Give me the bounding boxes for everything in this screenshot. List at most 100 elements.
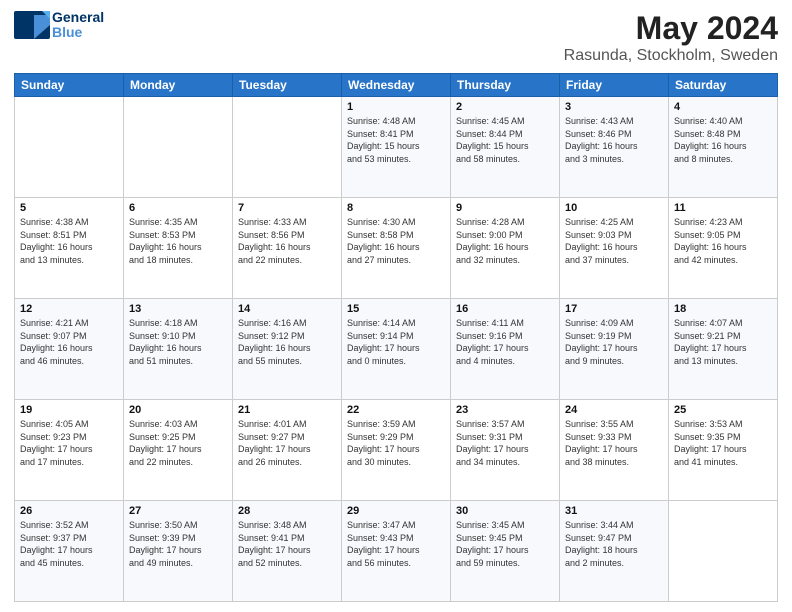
calendar-cell: 31 Sunrise: 3:44 AM Sunset: 9:47 PM Dayli… <box>560 501 669 602</box>
header: General Blue May 2024 Rasunda, Stockholm… <box>14 10 778 65</box>
calendar-cell: 4 Sunrise: 4:40 AM Sunset: 8:48 PM Daylig… <box>669 97 778 198</box>
week-row-3: 19Sunrise: 4:05 AM Sunset: 9:23 PM Dayli… <box>15 400 778 501</box>
day-info: Sunrise: 4:05 AM Sunset: 9:23 PM Dayligh… <box>20 418 118 468</box>
day-info: Sunrise: 4:38 AM Sunset: 8:51 PM Dayligh… <box>20 216 118 266</box>
day-number: 11 <box>674 202 772 214</box>
day-header-wednesday: Wednesday <box>342 74 451 97</box>
calendar-cell: 5 Sunrise: 4:38 AM Sunset: 8:51 PM Daylig… <box>15 198 124 299</box>
calendar-cell: 9 Sunrise: 4:28 AM Sunset: 9:00 PM Daylig… <box>451 198 560 299</box>
week-row-1: 5 Sunrise: 4:38 AM Sunset: 8:51 PM Daylig… <box>15 198 778 299</box>
title-block: May 2024 Rasunda, Stockholm, Sweden <box>564 10 778 65</box>
week-row-4: 26 Sunrise: 3:52 AM Sunset: 9:37 PM Dayli… <box>15 501 778 602</box>
calendar-header: SundayMondayTuesdayWednesdayThursdayFrid… <box>15 74 778 97</box>
day-info: Sunrise: 4:01 AM Sunset: 9:27 PM Dayligh… <box>238 418 336 468</box>
logo-name: General Blue <box>52 10 104 39</box>
calendar-cell: 27 Sunrise: 3:50 AM Sunset: 9:39 PM Dayli… <box>124 501 233 602</box>
day-number: 8 <box>347 202 445 214</box>
day-number: 2 <box>456 101 554 113</box>
day-info: Sunrise: 4:16 AM Sunset: 9:12 PM Dayligh… <box>238 317 336 367</box>
day-info: Sunrise: 4:07 AM Sunset: 9:21 PM Dayligh… <box>674 317 772 367</box>
calendar-cell: 29Sunrise: 3:47 AM Sunset: 9:43 PM Dayli… <box>342 501 451 602</box>
day-info: Sunrise: 3:57 AM Sunset: 9:31 PM Dayligh… <box>456 418 554 468</box>
day-number: 24 <box>565 404 663 416</box>
calendar-cell: 17Sunrise: 4:09 AM Sunset: 9:19 PM Dayli… <box>560 299 669 400</box>
day-info: Sunrise: 3:45 AM Sunset: 9:45 PM Dayligh… <box>456 519 554 569</box>
day-info: Sunrise: 3:59 AM Sunset: 9:29 PM Dayligh… <box>347 418 445 468</box>
day-header-tuesday: Tuesday <box>233 74 342 97</box>
calendar-cell: 6Sunrise: 4:35 AM Sunset: 8:53 PM Daylig… <box>124 198 233 299</box>
logo-general: General <box>52 10 104 25</box>
calendar-cell: 23 Sunrise: 3:57 AM Sunset: 9:31 PM Dayli… <box>451 400 560 501</box>
day-info: Sunrise: 4:03 AM Sunset: 9:25 PM Dayligh… <box>129 418 227 468</box>
day-info: Sunrise: 4:48 AM Sunset: 8:41 PM Dayligh… <box>347 115 445 165</box>
day-number: 10 <box>565 202 663 214</box>
day-info: Sunrise: 4:30 AM Sunset: 8:58 PM Dayligh… <box>347 216 445 266</box>
day-number: 6 <box>129 202 227 214</box>
calendar-cell: 16Sunrise: 4:11 AM Sunset: 9:16 PM Dayli… <box>451 299 560 400</box>
week-row-0: 1 Sunrise: 4:48 AM Sunset: 8:41 PM Daylig… <box>15 97 778 198</box>
calendar-cell: 7 Sunrise: 4:33 AM Sunset: 8:56 PM Daylig… <box>233 198 342 299</box>
day-number: 25 <box>674 404 772 416</box>
calendar-cell: 12Sunrise: 4:21 AM Sunset: 9:07 PM Dayli… <box>15 299 124 400</box>
day-number: 29 <box>347 505 445 517</box>
calendar-cell: 18 Sunrise: 4:07 AM Sunset: 9:21 PM Dayli… <box>669 299 778 400</box>
day-number: 9 <box>456 202 554 214</box>
calendar-cell: 15 Sunrise: 4:14 AM Sunset: 9:14 PM Dayli… <box>342 299 451 400</box>
calendar-cell: 13Sunrise: 4:18 AM Sunset: 9:10 PM Dayli… <box>124 299 233 400</box>
logo-blue: Blue <box>52 25 104 40</box>
day-number: 4 <box>674 101 772 113</box>
day-info: Sunrise: 4:23 AM Sunset: 9:05 PM Dayligh… <box>674 216 772 266</box>
day-number: 3 <box>565 101 663 113</box>
day-number: 14 <box>238 303 336 315</box>
day-info: Sunrise: 4:40 AM Sunset: 8:48 PM Dayligh… <box>674 115 772 165</box>
day-number: 28 <box>238 505 336 517</box>
day-info: Sunrise: 4:33 AM Sunset: 8:56 PM Dayligh… <box>238 216 336 266</box>
day-info: Sunrise: 4:25 AM Sunset: 9:03 PM Dayligh… <box>565 216 663 266</box>
day-info: Sunrise: 4:45 AM Sunset: 8:44 PM Dayligh… <box>456 115 554 165</box>
day-header-saturday: Saturday <box>669 74 778 97</box>
calendar-cell: 11 Sunrise: 4:23 AM Sunset: 9:05 PM Dayli… <box>669 198 778 299</box>
day-info: Sunrise: 4:14 AM Sunset: 9:14 PM Dayligh… <box>347 317 445 367</box>
calendar-cell: 28Sunrise: 3:48 AM Sunset: 9:41 PM Dayli… <box>233 501 342 602</box>
calendar-cell <box>124 97 233 198</box>
day-number: 26 <box>20 505 118 517</box>
logo: General Blue <box>14 10 104 39</box>
day-number: 12 <box>20 303 118 315</box>
day-info: Sunrise: 3:52 AM Sunset: 9:37 PM Dayligh… <box>20 519 118 569</box>
calendar-cell: 30Sunrise: 3:45 AM Sunset: 9:45 PM Dayli… <box>451 501 560 602</box>
calendar-cell: 22 Sunrise: 3:59 AM Sunset: 9:29 PM Dayli… <box>342 400 451 501</box>
day-number: 16 <box>456 303 554 315</box>
day-number: 23 <box>456 404 554 416</box>
calendar-cell: 10 Sunrise: 4:25 AM Sunset: 9:03 PM Dayli… <box>560 198 669 299</box>
calendar-cell: 14 Sunrise: 4:16 AM Sunset: 9:12 PM Dayli… <box>233 299 342 400</box>
calendar-cell: 3Sunrise: 4:43 AM Sunset: 8:46 PM Daylig… <box>560 97 669 198</box>
day-number: 31 <box>565 505 663 517</box>
day-number: 7 <box>238 202 336 214</box>
day-info: Sunrise: 4:09 AM Sunset: 9:19 PM Dayligh… <box>565 317 663 367</box>
day-number: 18 <box>674 303 772 315</box>
day-number: 22 <box>347 404 445 416</box>
logo-icon <box>14 11 50 39</box>
day-number: 5 <box>20 202 118 214</box>
calendar-cell: 1 Sunrise: 4:48 AM Sunset: 8:41 PM Daylig… <box>342 97 451 198</box>
calendar-cell: 21 Sunrise: 4:01 AM Sunset: 9:27 PM Dayli… <box>233 400 342 501</box>
calendar-cell <box>669 501 778 602</box>
day-number: 27 <box>129 505 227 517</box>
calendar-cell: 20Sunrise: 4:03 AM Sunset: 9:25 PM Dayli… <box>124 400 233 501</box>
day-number: 15 <box>347 303 445 315</box>
calendar-cell: 2 Sunrise: 4:45 AM Sunset: 8:44 PM Daylig… <box>451 97 560 198</box>
day-info: Sunrise: 3:50 AM Sunset: 9:39 PM Dayligh… <box>129 519 227 569</box>
header-row: SundayMondayTuesdayWednesdayThursdayFrid… <box>15 74 778 97</box>
day-number: 21 <box>238 404 336 416</box>
day-header-friday: Friday <box>560 74 669 97</box>
day-number: 1 <box>347 101 445 113</box>
calendar-cell: 26 Sunrise: 3:52 AM Sunset: 9:37 PM Dayli… <box>15 501 124 602</box>
calendar-cell: 25 Sunrise: 3:53 AM Sunset: 9:35 PM Dayli… <box>669 400 778 501</box>
calendar-cell <box>15 97 124 198</box>
day-info: Sunrise: 4:28 AM Sunset: 9:00 PM Dayligh… <box>456 216 554 266</box>
day-info: Sunrise: 3:53 AM Sunset: 9:35 PM Dayligh… <box>674 418 772 468</box>
calendar-cell <box>233 97 342 198</box>
day-number: 13 <box>129 303 227 315</box>
day-info: Sunrise: 3:44 AM Sunset: 9:47 PM Dayligh… <box>565 519 663 569</box>
calendar-cell: 24Sunrise: 3:55 AM Sunset: 9:33 PM Dayli… <box>560 400 669 501</box>
